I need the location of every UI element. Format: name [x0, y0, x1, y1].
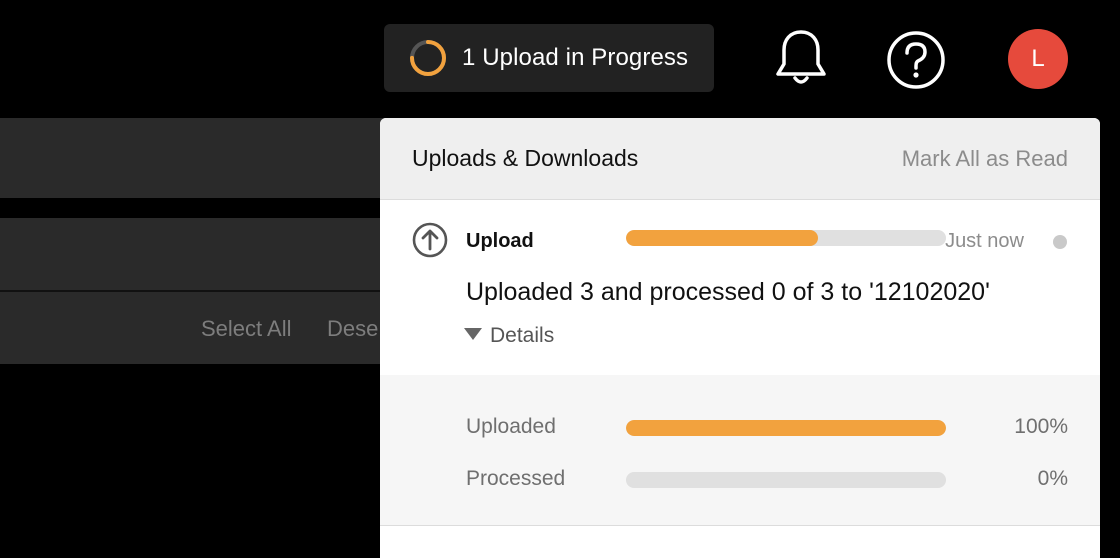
details-label: Details: [490, 324, 555, 347]
user-avatar[interactable]: L: [1008, 29, 1068, 89]
help-icon[interactable]: [886, 30, 946, 90]
upload-status-label: 1 Upload in Progress: [462, 44, 689, 71]
processed-percent: 0%: [1037, 467, 1068, 490]
uploaded-percent: 100%: [1014, 415, 1068, 438]
upload-status-button[interactable]: 1 Upload in Progress: [384, 24, 714, 92]
item-type-label: Upload: [466, 230, 534, 252]
background-toolbar: [0, 118, 390, 198]
details-section: Uploaded 100% Processed 0%: [380, 375, 1100, 526]
detail-processed-label: Processed: [466, 467, 566, 490]
uploaded-progress-bar: [626, 420, 946, 436]
upload-arrow-icon: [412, 222, 448, 263]
details-toggle[interactable]: Details: [464, 324, 554, 348]
mark-all-read-button[interactable]: Mark All as Read: [902, 146, 1068, 172]
detail-uploaded-label: Uploaded: [466, 415, 556, 438]
triangle-down-icon: [464, 328, 482, 340]
panel-title: Uploads & Downloads: [412, 145, 639, 171]
background-search-bar: [0, 218, 390, 292]
deselect-link[interactable]: Dese: [327, 316, 378, 342]
panel-header: Uploads & Downloads Mark All as Read: [380, 118, 1100, 200]
notifications-bell-icon[interactable]: [774, 28, 828, 88]
select-all-link[interactable]: Select All: [201, 316, 292, 342]
uploads-downloads-panel: Uploads & Downloads Mark All as Read Upl…: [380, 118, 1100, 558]
upload-spinner-icon: [410, 40, 446, 76]
processed-progress-bar: [626, 472, 946, 488]
item-timestamp: Just now: [945, 230, 1024, 252]
item-message: Uploaded 3 and processed 0 of 3 to '1210…: [466, 278, 990, 306]
avatar-initial: L: [1031, 45, 1045, 72]
item-progress-bar: [626, 230, 946, 246]
unread-indicator[interactable]: [1053, 235, 1067, 249]
